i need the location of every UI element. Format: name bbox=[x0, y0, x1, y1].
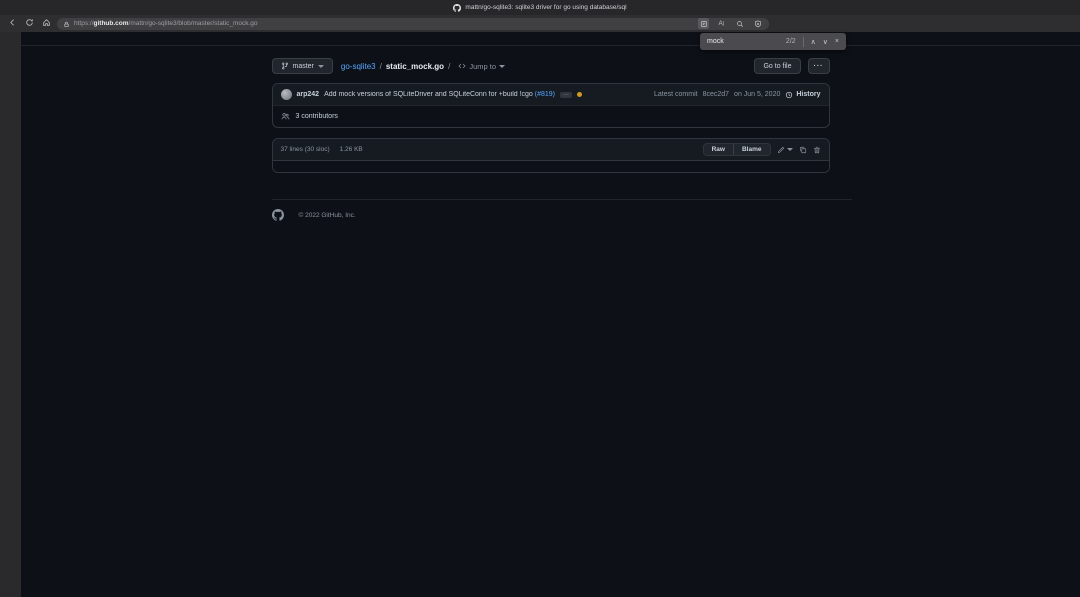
url-text[interactable]: https://github.com/mattn/go-sqlite3/blob… bbox=[74, 20, 694, 27]
find-close-button[interactable]: × bbox=[835, 38, 839, 45]
file-lines-info: 37 lines (30 sloc) bbox=[281, 146, 330, 153]
clock-icon bbox=[785, 91, 793, 99]
branch-icon bbox=[281, 62, 289, 70]
zoom-icon[interactable] bbox=[734, 18, 745, 29]
commit-author[interactable]: arp242 bbox=[297, 91, 320, 98]
address-bar[interactable]: https://github.com/mattn/go-sqlite3/blob… bbox=[57, 18, 769, 30]
commit-date: on Jun 5, 2020 bbox=[734, 91, 780, 98]
raw-blame-group: Raw Blame bbox=[703, 143, 771, 156]
file-size-info: 1.26 KB bbox=[340, 146, 363, 153]
breadcrumb-separator: / bbox=[448, 62, 450, 71]
commit-author-avatar[interactable] bbox=[281, 89, 292, 100]
vertical-tabs-sidebar bbox=[0, 32, 21, 597]
find-on-page-icon[interactable] bbox=[698, 18, 709, 29]
edit-file-button[interactable] bbox=[777, 146, 793, 154]
delete-file-button[interactable] bbox=[813, 146, 821, 154]
browser-titlebar: mattn/go-sqlite3: sqlite3 driver for go … bbox=[0, 0, 1080, 15]
branch-name: master bbox=[293, 63, 314, 70]
jump-to-dropdown[interactable]: Jump to bbox=[458, 62, 505, 71]
blame-button[interactable]: Blame bbox=[733, 144, 770, 155]
breadcrumb-separator: / bbox=[380, 62, 382, 71]
people-icon bbox=[281, 112, 290, 121]
back-button[interactable] bbox=[6, 18, 18, 29]
refresh-button[interactable] bbox=[23, 18, 35, 29]
close-window-button[interactable] bbox=[8, 4, 15, 11]
browser-essentials-icon[interactable] bbox=[752, 18, 763, 29]
copy-raw-button[interactable] bbox=[799, 146, 807, 154]
find-divider bbox=[803, 37, 804, 47]
repo-nav bbox=[21, 45, 1080, 46]
read-aloud-icon[interactable]: A) bbox=[716, 18, 727, 29]
raw-button[interactable]: Raw bbox=[704, 144, 733, 155]
find-previous-button[interactable]: ∧ bbox=[811, 38, 816, 46]
active-tab-title: mattn/go-sqlite3: sqlite3 driver for go … bbox=[453, 4, 626, 12]
branch-select-button[interactable]: master bbox=[272, 58, 333, 74]
breadcrumb-repo-link[interactable]: go-sqlite3 bbox=[341, 62, 376, 71]
chevron-down-icon bbox=[787, 148, 793, 151]
contributors-row: 3 contributors bbox=[273, 105, 829, 127]
commit-hash[interactable]: 8cec2d7 bbox=[703, 91, 729, 98]
traffic-lights bbox=[8, 4, 39, 11]
maximize-window-button[interactable] bbox=[32, 4, 39, 11]
pr-link[interactable]: (#819) bbox=[535, 91, 555, 98]
github-icon bbox=[453, 4, 461, 12]
more-options-button[interactable]: ··· bbox=[808, 58, 830, 74]
latest-commit-header: arp242 Add mock versions of SQLiteDriver… bbox=[273, 84, 829, 105]
go-to-file-button[interactable]: Go to file bbox=[754, 58, 800, 74]
commit-message[interactable]: Add mock versions of SQLiteDriver and SQ… bbox=[324, 91, 555, 98]
find-match-count: 2/2 bbox=[786, 38, 796, 45]
breadcrumb: go-sqlite3 / static_mock.go / bbox=[341, 62, 450, 71]
code-icon bbox=[458, 62, 466, 70]
contributors-label[interactable]: 3 contributors bbox=[296, 113, 338, 120]
chevron-down-icon bbox=[499, 65, 505, 68]
commit-status-icon[interactable] bbox=[577, 92, 582, 97]
chevron-down-icon bbox=[318, 65, 324, 68]
github-page: master go-sqlite3 / static_mock.go / Jum… bbox=[21, 32, 1080, 597]
jump-to-label: Jump to bbox=[469, 62, 496, 71]
file-navigation-row: master go-sqlite3 / static_mock.go / Jum… bbox=[272, 58, 830, 74]
minimize-window-button[interactable] bbox=[20, 4, 27, 11]
find-query-input[interactable]: mock bbox=[707, 38, 779, 45]
lock-icon bbox=[63, 15, 70, 33]
copyright-text: © 2022 GitHub, Inc. bbox=[299, 212, 356, 219]
find-next-button[interactable]: ∨ bbox=[823, 38, 828, 46]
commit-description-toggle[interactable]: … bbox=[560, 92, 572, 98]
home-button[interactable] bbox=[40, 18, 52, 29]
footer: © 2022 GitHub, Inc. bbox=[272, 199, 852, 221]
breadcrumb-file-name: static_mock.go bbox=[386, 62, 444, 71]
file-box: 37 lines (30 sloc) 1.26 KB Raw Blame bbox=[272, 138, 830, 173]
github-mark-icon bbox=[272, 209, 284, 221]
tab-title-text: mattn/go-sqlite3: sqlite3 driver for go … bbox=[465, 4, 626, 11]
file-header: 37 lines (30 sloc) 1.26 KB Raw Blame bbox=[273, 139, 829, 161]
find-in-page-bar[interactable]: mock 2/2 ∧ ∨ × bbox=[700, 33, 846, 50]
code-view bbox=[273, 161, 829, 172]
commit-box: arp242 Add mock versions of SQLiteDriver… bbox=[272, 83, 830, 128]
latest-commit-label: Latest commit bbox=[654, 91, 698, 98]
browser-toolbar: https://github.com/mattn/go-sqlite3/blob… bbox=[0, 15, 1080, 32]
history-button[interactable]: History bbox=[785, 91, 820, 99]
